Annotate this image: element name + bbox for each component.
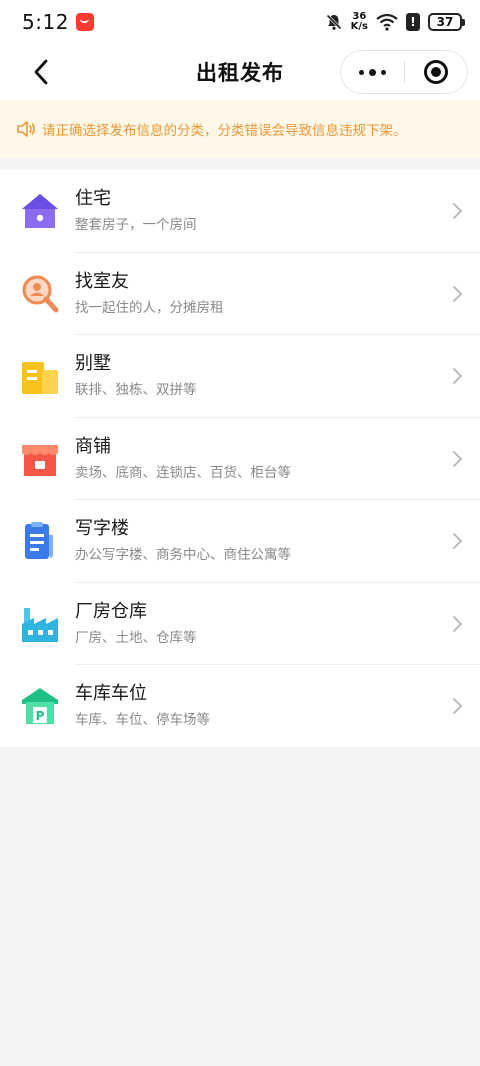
more-dot	[359, 69, 364, 75]
nav-bar: 出租发布	[0, 44, 480, 100]
category-title: 写字楼	[75, 518, 129, 540]
category-title: 商铺	[75, 435, 111, 457]
app-notification-icon	[75, 13, 94, 31]
villa-icon	[22, 362, 58, 395]
chevron-right-icon	[453, 615, 463, 632]
notice-text: 请正确选择发布信息的分类，分类错误会导致信息违规下架。	[42, 123, 407, 139]
status-icons: 36 K/s ! 37	[325, 11, 465, 32]
garage-icon: P	[22, 688, 58, 725]
chevron-right-icon	[453, 533, 463, 550]
speaker-icon	[17, 121, 35, 137]
chevron-right-icon	[453, 368, 463, 385]
category-item-factory[interactable]: 厂房仓库 厂房、土地、仓库等	[0, 583, 480, 666]
factory-icon	[22, 607, 58, 642]
bell-muted-icon	[326, 14, 342, 30]
category-subtitle: 卖场、底商、连锁店、百货、柜台等	[75, 464, 291, 481]
mini-program-capsule	[340, 50, 468, 94]
category-item-residence[interactable]: 住宅 整套房子，一个房间	[0, 170, 480, 253]
category-title: 别墅	[75, 353, 111, 375]
close-miniprogram-button[interactable]	[405, 50, 467, 94]
house-icon	[22, 194, 58, 229]
chevron-right-icon	[453, 203, 463, 220]
more-dot	[381, 69, 386, 75]
shop-icon	[22, 444, 58, 476]
target-icon	[424, 60, 448, 84]
notice-banner: 请正确选择发布信息的分类，分类错误会导致信息违规下架。	[0, 100, 480, 158]
alert-icon: !	[406, 13, 420, 31]
more-dot	[369, 68, 376, 76]
category-title: 车库车位	[75, 683, 147, 705]
category-subtitle: 车库、车位、停车场等	[75, 712, 210, 729]
wifi-icon	[376, 13, 398, 31]
category-item-roommate[interactable]: 找室友 找一起住的人，分摊房租	[0, 253, 480, 336]
category-item-garage[interactable]: P 车库车位 车库、车位、停车场等	[0, 665, 480, 748]
category-title: 住宅	[75, 188, 111, 210]
category-title: 找室友	[75, 270, 129, 292]
category-subtitle: 找一起住的人，分摊房租	[75, 299, 224, 316]
search-person-icon	[22, 275, 59, 313]
chevron-right-icon	[453, 698, 463, 715]
category-item-office[interactable]: 写字楼 办公写字楼、商务中心、商住公寓等	[0, 500, 480, 583]
chevron-left-icon	[34, 59, 48, 85]
more-button[interactable]	[341, 50, 404, 94]
battery-icon: 37	[428, 13, 465, 31]
svg-text:P: P	[36, 709, 45, 723]
category-title: 厂房仓库	[75, 600, 147, 622]
network-speed: 36 K/s	[350, 11, 368, 32]
category-subtitle: 办公写字楼、商务中心、商住公寓等	[75, 547, 291, 564]
chevron-right-icon	[453, 285, 463, 302]
category-list: 住宅 整套房子，一个房间 找室友 找一起住的人，分摊房租 别墅 联排、独栋、双拼…	[0, 170, 480, 747]
category-item-villa[interactable]: 别墅 联排、独栋、双拼等	[0, 335, 480, 418]
status-bar: 5:12 36 K/s ! 37	[0, 0, 480, 44]
chevron-right-icon	[453, 450, 463, 467]
back-button[interactable]	[26, 57, 56, 87]
category-item-shop[interactable]: 商铺 卖场、底商、连锁店、百货、柜台等	[0, 418, 480, 501]
category-subtitle: 厂房、土地、仓库等	[75, 629, 197, 646]
status-time: 5:12	[22, 10, 69, 34]
office-doc-icon	[25, 522, 53, 560]
category-subtitle: 整套房子，一个房间	[75, 217, 197, 234]
category-subtitle: 联排、独栋、双拼等	[75, 382, 197, 399]
page-title: 出租发布	[196, 61, 284, 85]
